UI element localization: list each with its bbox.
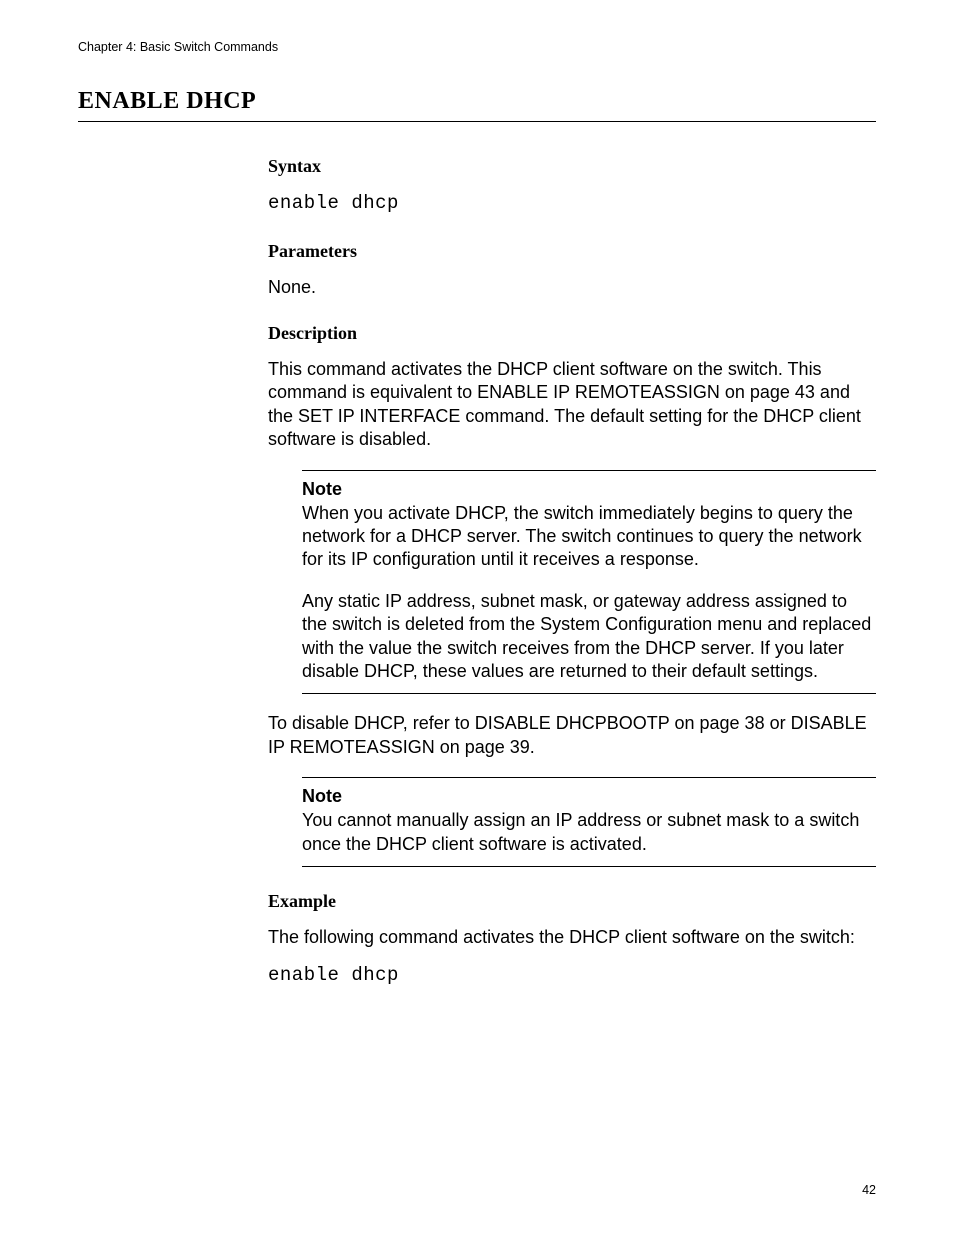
note-block-2: Note You cannot manually assign an IP ad… — [302, 777, 876, 867]
syntax-code: enable dhcp — [268, 191, 876, 217]
note-label: Note — [302, 786, 876, 807]
note-block-1: Note When you activate DHCP, the switch … — [302, 470, 876, 695]
note-text: Any static IP address, subnet mask, or g… — [302, 590, 876, 684]
description-after-note: To disable DHCP, refer to DISABLE DHCPBO… — [268, 712, 876, 759]
page-title: ENABLE DHCP — [78, 88, 876, 122]
description-heading: Description — [268, 323, 876, 344]
parameters-heading: Parameters — [268, 241, 876, 262]
parameters-text: None. — [268, 276, 876, 299]
example-text: The following command activates the DHCP… — [268, 926, 876, 949]
note-label: Note — [302, 479, 876, 500]
syntax-heading: Syntax — [268, 156, 876, 177]
note-text: You cannot manually assign an IP address… — [302, 809, 876, 856]
running-header: Chapter 4: Basic Switch Commands — [78, 40, 876, 54]
description-intro: This command activates the DHCP client s… — [268, 358, 876, 452]
note-text: When you activate DHCP, the switch immed… — [302, 502, 876, 572]
page-number: 42 — [862, 1183, 876, 1197]
example-heading: Example — [268, 891, 876, 912]
page: Chapter 4: Basic Switch Commands ENABLE … — [0, 0, 954, 1235]
example-code: enable dhcp — [268, 963, 876, 989]
content-column: Syntax enable dhcp Parameters None. Desc… — [268, 156, 876, 989]
